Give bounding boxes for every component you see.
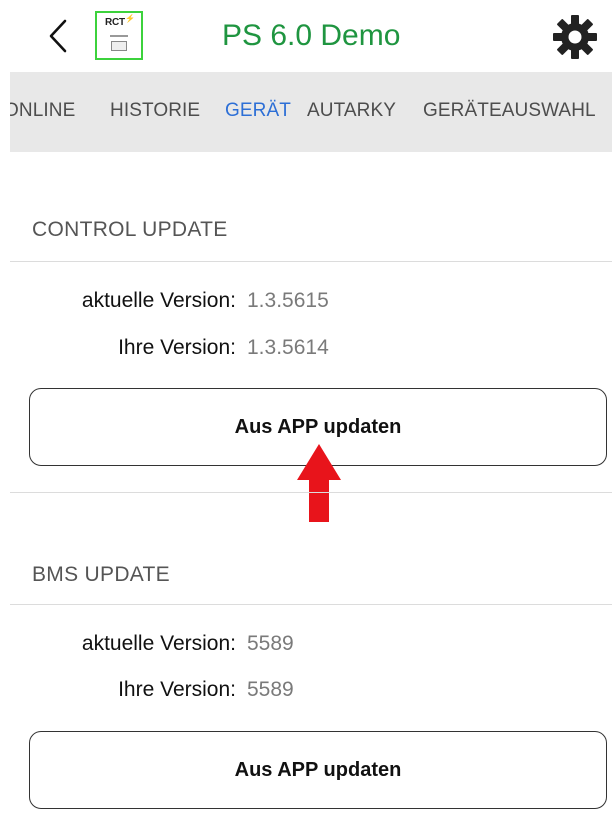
gear-icon (553, 15, 597, 59)
bms-your-version-value: 5589 (247, 678, 294, 701)
control-update-header: CONTROL UPDATE (32, 218, 228, 241)
tab-autarky[interactable]: AUTARKY (307, 100, 396, 122)
divider (10, 492, 612, 493)
red-arrow-up-icon (297, 444, 341, 522)
bms-your-version-label: Ihre Version: (118, 678, 236, 701)
bms-update-header: BMS UPDATE (32, 563, 170, 586)
tab-online[interactable]: ONLINE (10, 100, 75, 122)
bms-update-button-label: Aus APP updaten (234, 758, 402, 781)
bms-update-button[interactable]: Aus APP updaten (29, 731, 607, 809)
page-title: PS 6.0 Demo (222, 19, 401, 52)
bms-current-version-value: 5589 (247, 632, 294, 655)
control-your-version-label: Ihre Version: (118, 336, 236, 359)
tab-geraeteauswahl[interactable]: GERÄTEAUSWAHL (423, 100, 596, 122)
logo-text: RCT⚡ (105, 14, 135, 28)
app-header: RCT⚡ PS 6.0 Demo (0, 0, 612, 72)
divider (10, 604, 612, 605)
control-update-button-label: Aus APP updaten (234, 415, 402, 438)
tab-geraet[interactable]: GERÄT (225, 100, 291, 122)
control-current-version-value: 1.3.5615 (247, 289, 329, 312)
chevron-left-icon (49, 19, 67, 53)
control-current-version-label: aktuelle Version: (81, 289, 236, 312)
tab-bar: ONLINE HISTORIE GERÄT AUTARKY GERÄTEAUSW… (10, 72, 612, 152)
divider (10, 261, 612, 262)
control-your-version-value: 1.3.5614 (247, 336, 329, 359)
tab-historie[interactable]: HISTORIE (110, 100, 200, 122)
settings-button[interactable] (552, 14, 598, 60)
back-button[interactable] (38, 14, 78, 58)
bms-current-version-label: aktuelle Version: (81, 632, 236, 655)
rct-logo: RCT⚡ (95, 11, 143, 60)
